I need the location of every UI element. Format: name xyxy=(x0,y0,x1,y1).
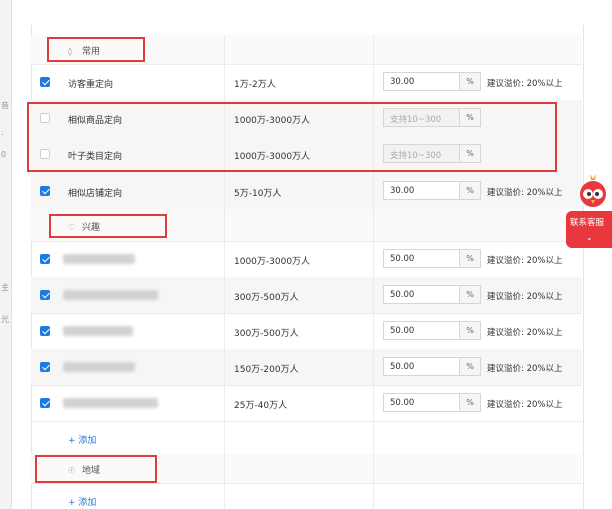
premium-value: 50.00 xyxy=(390,398,415,408)
percent-unit: % xyxy=(459,250,480,267)
premium-input[interactable]: 30.00 % xyxy=(383,72,481,91)
blurred-crowd-name xyxy=(63,326,133,336)
edge-glyph: 光 xyxy=(1,315,9,324)
crowd-name: 相似店铺定向 xyxy=(68,189,123,199)
contact-service-tab[interactable]: 联系客服 ⌄ xyxy=(566,211,612,248)
premium-value: 50.00 xyxy=(390,326,415,336)
add-row: + 添加 xyxy=(31,421,582,455)
chevron-down-icon: ⌄ xyxy=(586,233,593,242)
row-checkbox[interactable] xyxy=(40,326,50,336)
row-checkbox[interactable] xyxy=(40,77,50,87)
crowd-size: 5万-10万人 xyxy=(234,189,282,199)
premium-input[interactable]: 50.00 % xyxy=(383,393,481,412)
percent-unit: % xyxy=(459,358,480,375)
customer-service-widget[interactable]: 联系客服 ⌄ xyxy=(566,172,612,248)
bird-mascot-icon xyxy=(580,174,606,207)
suggested-premium: 建议溢价: 20%以上 xyxy=(487,400,563,410)
crowd-size: 300万-500万人 xyxy=(234,329,299,339)
left-sidebar-edge: 音 : 0 主 光 xyxy=(0,0,12,509)
suggested-premium: 建议溢价: 20%以上 xyxy=(487,364,563,374)
premium-value: 50.00 xyxy=(390,254,415,264)
premium-value: 50.00 xyxy=(390,362,415,372)
suggested-premium: 建议溢价: 20%以上 xyxy=(487,79,563,89)
highlight-interest-header xyxy=(49,214,167,238)
blurred-crowd-name xyxy=(63,290,158,300)
blurred-crowd-name xyxy=(63,398,158,408)
suggested-premium: 建议溢价: 20%以上 xyxy=(487,292,563,302)
row-checkbox[interactable] xyxy=(40,186,50,196)
suggested-premium: 建议溢价: 20%以上 xyxy=(487,328,563,338)
highlight-region-header xyxy=(35,455,157,483)
table-row: 150万-200万人 50.00 % 建议溢价: 20%以上 xyxy=(31,349,582,386)
add-interest-button[interactable]: + 添加 xyxy=(68,433,96,446)
edge-glyph: : xyxy=(1,128,4,137)
highlight-common-header xyxy=(47,37,145,62)
row-checkbox[interactable] xyxy=(40,362,50,372)
row-checkbox[interactable] xyxy=(40,398,50,408)
table-row: 相似店铺定向 5万-10万人 30.00 % 建议溢价: 20%以上 xyxy=(31,173,582,210)
crowd-size: 25万-40万人 xyxy=(234,401,288,411)
crowd-size: 300万-500万人 xyxy=(234,293,299,303)
table-row: 1000万-3000万人 50.00 % 建议溢价: 20%以上 xyxy=(31,241,582,278)
blurred-crowd-name xyxy=(63,254,135,264)
table-row: 300万-500万人 50.00 % 建议溢价: 20%以上 xyxy=(31,313,582,350)
row-checkbox[interactable] xyxy=(40,254,50,264)
premium-input[interactable]: 30.00 % xyxy=(383,181,481,200)
table-row: 25万-40万人 50.00 % 建议溢价: 20%以上 xyxy=(31,385,582,422)
edge-glyph: 0 xyxy=(1,150,7,159)
contact-service-label: 联系客服 xyxy=(570,218,605,228)
premium-input[interactable]: 50.00 % xyxy=(383,321,481,340)
crowd-name: 访客重定向 xyxy=(68,80,114,90)
premium-value: 30.00 xyxy=(390,186,415,196)
blurred-crowd-name xyxy=(63,362,135,372)
suggested-premium: 建议溢价: 20%以上 xyxy=(487,188,563,198)
percent-unit: % xyxy=(459,322,480,339)
percent-unit: % xyxy=(459,394,480,411)
crowd-size: 1000万-3000万人 xyxy=(234,257,311,267)
premium-input[interactable]: 50.00 % xyxy=(383,249,481,268)
crowd-size: 1万-2万人 xyxy=(234,80,276,90)
percent-unit: % xyxy=(459,73,480,90)
percent-unit: % xyxy=(459,286,480,303)
suggested-premium: 建议溢价: 20%以上 xyxy=(487,256,563,266)
edge-glyph: 音 xyxy=(1,101,9,110)
table-row: 访客重定向 1万-2万人 30.00 % 建议溢价: 20%以上 xyxy=(31,64,582,101)
edge-glyph: 主 xyxy=(1,283,9,292)
highlight-disabled-rows xyxy=(27,102,557,172)
premium-value: 50.00 xyxy=(390,290,415,300)
add-row: + 添加 xyxy=(31,483,582,509)
premium-input[interactable]: 50.00 % xyxy=(383,285,481,304)
premium-value: 30.00 xyxy=(390,77,415,87)
row-checkbox[interactable] xyxy=(40,290,50,300)
table-row: 300万-500万人 50.00 % 建议溢价: 20%以上 xyxy=(31,277,582,314)
add-region-button[interactable]: + 添加 xyxy=(68,495,96,508)
percent-unit: % xyxy=(459,182,480,199)
crowd-size: 150万-200万人 xyxy=(234,365,299,375)
premium-input[interactable]: 50.00 % xyxy=(383,357,481,376)
